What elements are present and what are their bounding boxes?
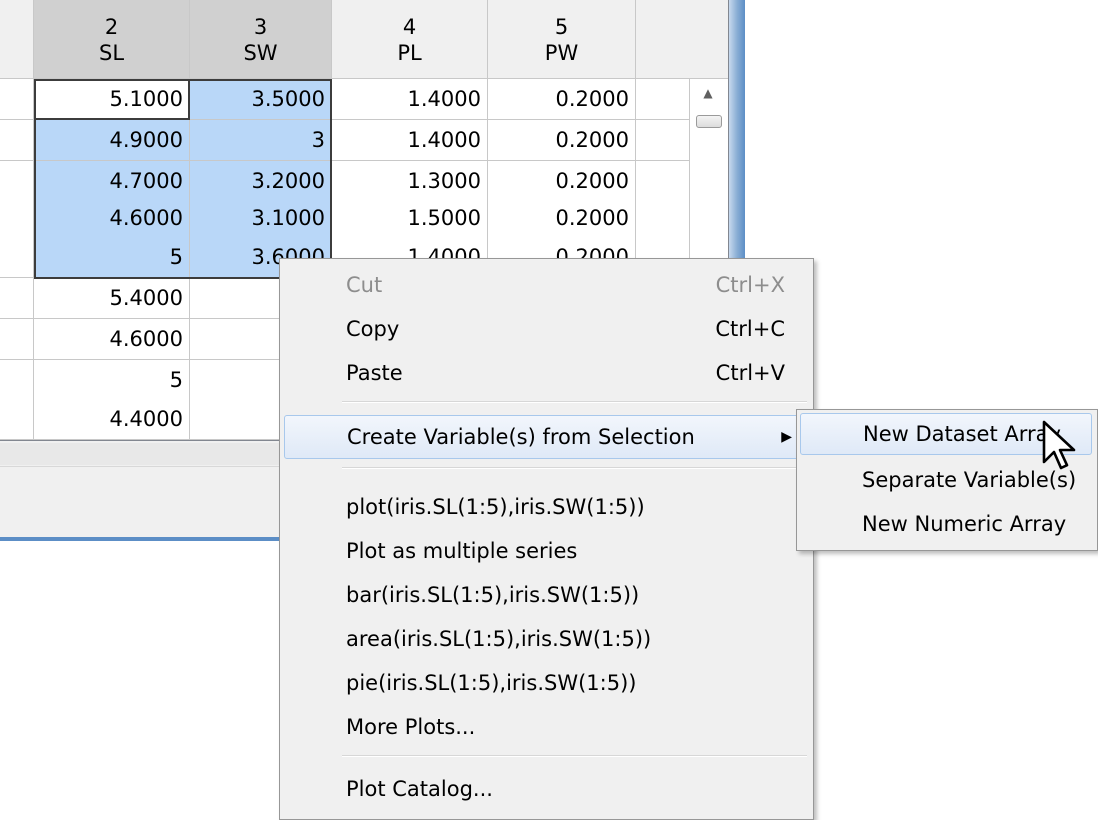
menu-item-label: New Numeric Array xyxy=(862,512,1067,536)
row-header-corner xyxy=(0,0,34,78)
menu-item-more-plots[interactable]: More Plots... xyxy=(284,705,809,749)
context-menu: Cut Ctrl+X Copy Ctrl+C Paste Ctrl+V Crea… xyxy=(279,258,814,820)
table-cell[interactable]: 1.4000 xyxy=(332,120,488,161)
table-cell[interactable]: 3 xyxy=(190,120,332,161)
menu-item-plot-multiple-series[interactable]: Plot as multiple series xyxy=(284,529,809,573)
table-cell[interactable]: 1.3000 xyxy=(332,161,488,202)
menu-item-label: More Plots... xyxy=(346,715,476,739)
table-cell[interactable] xyxy=(636,120,690,161)
table-row: 4.9000 3 1.4000 0.2000 xyxy=(0,120,700,161)
column-header-empty xyxy=(636,0,728,78)
table-cell[interactable]: 0.2000 xyxy=(488,120,636,161)
menu-item-area[interactable]: area(iris.SL(1:5),iris.SW(1:5)) xyxy=(284,617,809,661)
table-row: 4.6000 3.1000 1.5000 0.2000 xyxy=(0,198,700,239)
row-header[interactable] xyxy=(0,237,34,278)
table-cell[interactable]: 0.2000 xyxy=(488,198,636,239)
menu-item-shortcut: Ctrl+X xyxy=(715,273,785,297)
table-cell[interactable]: 3.2000 xyxy=(190,161,332,202)
table-cell[interactable]: 4.6000 xyxy=(34,319,190,360)
column-name: SW xyxy=(243,41,278,65)
table-cell[interactable]: 0.2000 xyxy=(488,79,636,120)
menu-item-shortcut: Ctrl+C xyxy=(715,317,785,341)
menu-item-label: Create Variable(s) from Selection xyxy=(347,425,695,449)
table-row: 4.7000 3.2000 1.3000 0.2000 xyxy=(0,161,700,202)
table-cell[interactable]: 0.2000 xyxy=(488,161,636,202)
table-cell[interactable]: 4.6000 xyxy=(34,198,190,239)
table-cell[interactable] xyxy=(636,161,690,202)
menu-item-label: area(iris.SL(1:5),iris.SW(1:5)) xyxy=(346,627,652,651)
row-header[interactable] xyxy=(0,360,34,401)
table-cell[interactable]: 4.4000 xyxy=(34,399,190,440)
menu-item-plot-catalog[interactable]: Plot Catalog... xyxy=(284,767,809,811)
menu-item-label: Paste xyxy=(346,361,403,385)
column-index: 4 xyxy=(402,15,417,39)
column-header-pw[interactable]: 5 PW xyxy=(488,0,636,78)
menu-item-label: pie(iris.SL(1:5),iris.SW(1:5)) xyxy=(346,671,637,695)
menu-item-label: Plot Catalog... xyxy=(346,777,493,801)
menu-item-label: Cut xyxy=(346,273,383,297)
table-cell[interactable]: 1.4000 xyxy=(332,79,488,120)
menu-separator xyxy=(342,401,807,403)
row-header[interactable] xyxy=(0,319,34,360)
menu-separator xyxy=(342,467,807,469)
menu-item-bar[interactable]: bar(iris.SL(1:5),iris.SW(1:5)) xyxy=(284,573,809,617)
menu-item-label: Copy xyxy=(346,317,400,341)
menu-item-label: plot(iris.SL(1:5),iris.SW(1:5)) xyxy=(346,495,645,519)
row-header[interactable] xyxy=(0,161,34,202)
table-cell[interactable]: 5 xyxy=(34,360,190,401)
table-cell[interactable]: 4.7000 xyxy=(34,161,190,202)
submenu-arrow-icon: ▶ xyxy=(781,429,792,445)
table-cell[interactable]: 5.1000 xyxy=(34,79,190,120)
column-header-row: 2 SL 3 SW 4 PL 5 PW xyxy=(0,0,728,79)
table-cell[interactable]: 4.9000 xyxy=(34,120,190,161)
column-header-pl[interactable]: 4 PL xyxy=(332,0,488,78)
table-cell[interactable]: 1.5000 xyxy=(332,198,488,239)
table-cell[interactable]: 3.1000 xyxy=(190,198,332,239)
column-name: SL xyxy=(98,41,125,65)
table-cell[interactable]: 3.5000 xyxy=(190,79,332,120)
table-cell[interactable]: 5 xyxy=(34,237,190,278)
menu-item-plot[interactable]: plot(iris.SL(1:5),iris.SW(1:5)) xyxy=(284,485,809,529)
table-cell[interactable] xyxy=(636,79,690,120)
table-cell[interactable]: 5.4000 xyxy=(34,278,190,319)
scroll-up-arrow-icon[interactable]: ▲ xyxy=(690,79,726,107)
menu-item-paste[interactable]: Paste Ctrl+V xyxy=(284,351,809,395)
mouse-pointer-icon xyxy=(1042,420,1076,470)
table-cell[interactable] xyxy=(636,198,690,239)
scroll-thumb[interactable] xyxy=(696,115,722,128)
submenu-item-new-numeric-array[interactable]: New Numeric Array xyxy=(800,503,1092,545)
column-name: PL xyxy=(397,41,422,65)
column-index: 5 xyxy=(554,15,569,39)
column-header-sw[interactable]: 3 SW xyxy=(190,0,332,78)
menu-item-copy[interactable]: Copy Ctrl+C xyxy=(284,307,809,351)
menu-item-label: Plot as multiple series xyxy=(346,539,578,563)
menu-item-shortcut: Ctrl+V xyxy=(715,361,785,385)
menu-item-label: bar(iris.SL(1:5),iris.SW(1:5)) xyxy=(346,583,640,607)
menu-separator xyxy=(342,755,807,757)
row-header[interactable] xyxy=(0,79,34,120)
table-row: 5.1000 3.5000 1.4000 0.2000 xyxy=(0,79,700,120)
row-header[interactable] xyxy=(0,120,34,161)
row-header[interactable] xyxy=(0,278,34,319)
menu-item-label: New Dataset Array xyxy=(863,422,1061,446)
column-header-sl[interactable]: 2 SL xyxy=(34,0,190,78)
row-header[interactable] xyxy=(0,198,34,239)
row-header[interactable] xyxy=(0,399,34,440)
column-name: PW xyxy=(544,41,579,65)
menu-item-cut[interactable]: Cut Ctrl+X xyxy=(284,263,809,307)
menu-item-pie[interactable]: pie(iris.SL(1:5),iris.SW(1:5)) xyxy=(284,661,809,705)
menu-item-create-variables[interactable]: Create Variable(s) from Selection ▶ xyxy=(284,415,809,459)
column-index: 2 xyxy=(104,15,119,39)
column-index: 3 xyxy=(253,15,268,39)
